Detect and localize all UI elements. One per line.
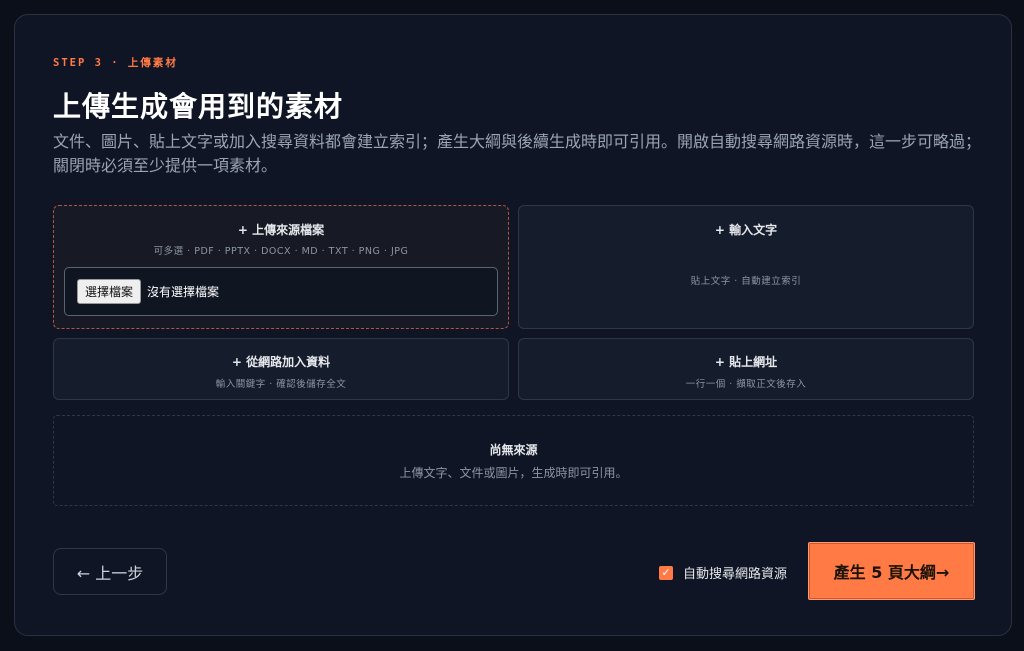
url-input-sub: 一行一個 · 擷取正文後存入 <box>685 379 807 390</box>
upload-card: STEP 3 · 上傳素材 上傳生成會用到的素材 文件、圖片、貼上文字或加入搜尋… <box>14 14 1012 636</box>
choose-file-button[interactable]: 選擇檔案 <box>77 279 142 304</box>
file-status: 沒有選擇檔案 <box>147 285 220 299</box>
generate-button-label: 產生 5 頁大綱→ <box>833 563 950 582</box>
generate-outline-button[interactable]: 產生 5 頁大綱→ <box>808 542 975 600</box>
upload-files-title: + 上傳來源檔案 <box>237 223 325 237</box>
text-input-panel[interactable]: + 輸入文字 貼上文字 · 自動建立索引 <box>518 205 974 329</box>
text-input-title: + 輸入文字 <box>714 223 778 237</box>
empty-title: 尚無來源 <box>489 443 538 457</box>
file-input[interactable]: 選擇檔案 沒有選擇檔案 <box>64 267 498 316</box>
back-button-label: ← 上一步 <box>76 563 144 583</box>
upload-formats: 可多選 · PDF · PPTX · DOCX · MD · TXT · PNG… <box>153 246 409 257</box>
auto-search-toggle[interactable]: ✓ 自動搜尋網路資源 <box>659 563 787 582</box>
web-search-sub: 輸入關鍵字 · 確認後儲存全文 <box>215 379 347 390</box>
web-search-panel[interactable]: + 從網路加入資料 輸入關鍵字 · 確認後儲存全文 <box>53 338 509 400</box>
url-input-title: + 貼上網址 <box>714 355 778 369</box>
back-button[interactable]: ← 上一步 <box>53 548 167 595</box>
checkbox-checked-icon[interactable]: ✓ <box>659 565 673 580</box>
page-description: 文件、圖片、貼上文字或加入搜尋資料都會建立索引；產生大綱與後續生成時即可引用。開… <box>53 132 982 175</box>
empty-subtitle: 上傳文字、文件或圖片，生成時即可引用。 <box>399 466 628 480</box>
web-search-title: + 從網路加入資料 <box>231 355 331 369</box>
auto-search-label: 自動搜尋網路資源 <box>683 567 788 582</box>
text-input-sub: 貼上文字 · 自動建立索引 <box>690 276 802 287</box>
sources-empty-state: 尚無來源 上傳文字、文件或圖片，生成時即可引用。 <box>53 415 974 506</box>
page-title: 上傳生成會用到的素材 <box>53 90 344 123</box>
upload-files-panel[interactable]: + 上傳來源檔案 可多選 · PDF · PPTX · DOCX · MD · … <box>53 205 509 329</box>
step-indicator: STEP 3 · 上傳素材 <box>53 57 178 69</box>
url-input-panel[interactable]: + 貼上網址 一行一個 · 擷取正文後存入 <box>518 338 974 400</box>
